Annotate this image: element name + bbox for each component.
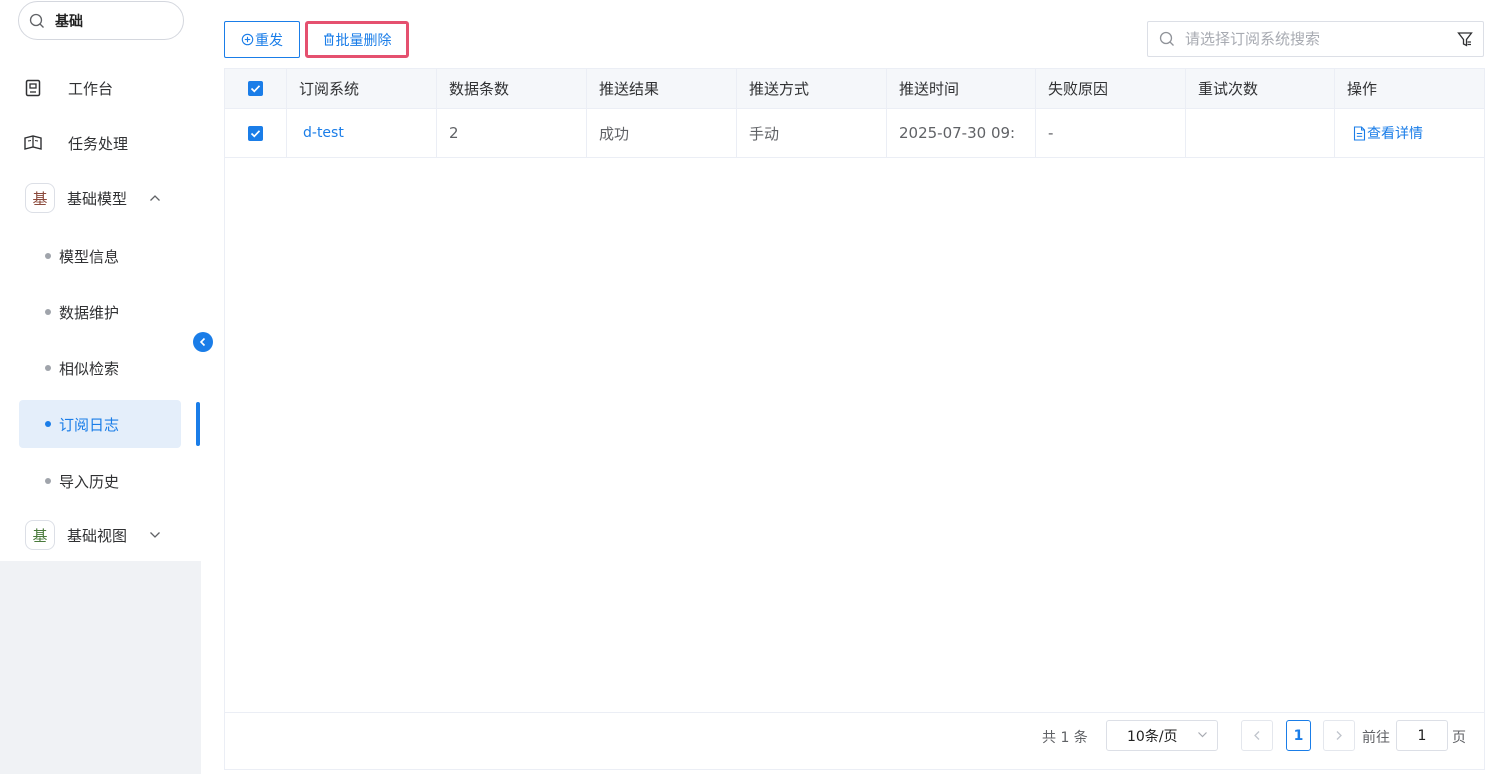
sidebar-group-label: 基础模型 <box>67 189 128 208</box>
sidebar-item-subscription-log[interactable]: 订阅日志 <box>19 400 181 448</box>
sidebar-menu: 基础 工作台 任务处理 基 基础模型 模型信息 数据维护 相似检索 订阅日志 导… <box>0 0 201 561</box>
chevron-left-icon <box>198 337 208 347</box>
next-page-button[interactable] <box>1323 720 1355 751</box>
column-header[interactable]: 推送结果 <box>587 69 737 108</box>
sidebar-item-data-maintenance[interactable]: 数据维护 <box>19 288 181 336</box>
resend-label: 重发 <box>255 32 283 49</box>
header-select-cell <box>225 69 287 108</box>
column-header[interactable]: 推送方式 <box>737 69 887 108</box>
menu-search-value: 基础 <box>55 13 83 30</box>
sidebar-item-label: 订阅日志 <box>59 415 120 434</box>
row-checkbox[interactable] <box>248 125 263 141</box>
group-badge: 基 <box>25 520 55 550</box>
view-detail-label: 查看详情 <box>1367 126 1423 142</box>
column-header[interactable]: 失败原因 <box>1036 69 1186 108</box>
workbench-icon <box>20 75 46 101</box>
sidebar-item-workbench[interactable]: 工作台 <box>20 64 195 112</box>
page-number-button[interactable]: 1 <box>1286 720 1311 751</box>
system-link[interactable]: d-test <box>303 125 344 141</box>
subscription-log-table: 订阅系统 数据条数 推送结果 推送方式 推送时间 失败原因 重试次数 操作 d-… <box>224 68 1485 770</box>
bullet-dot <box>45 365 51 371</box>
sidebar-item-similar-search[interactable]: 相似检索 <box>19 344 181 392</box>
resend-button[interactable]: 重发 <box>224 21 300 58</box>
sidebar-item-label: 导入历史 <box>59 472 120 491</box>
page-size-select[interactable]: 10条/页 <box>1106 720 1218 751</box>
sidebar-item-import-history[interactable]: 导入历史 <box>19 457 181 505</box>
column-header[interactable]: 重试次数 <box>1186 69 1335 108</box>
sidebar: 基础 工作台 任务处理 基 基础模型 模型信息 数据维护 相似检索 订阅日志 导… <box>0 0 201 774</box>
batch-delete-button[interactable]: 批量删除 <box>305 21 409 58</box>
sidebar-group-label: 基础视图 <box>67 526 128 545</box>
table-row[interactable]: d-test 2 成功 手动 2025-07-30 09: - 查看详情 <box>225 109 1484 158</box>
document-icon <box>1353 125 1366 141</box>
sidebar-item-label: 任务处理 <box>68 134 129 153</box>
row-select-cell <box>225 109 287 157</box>
column-header[interactable]: 订阅系统 <box>287 69 437 108</box>
chevron-left-icon <box>1253 730 1261 741</box>
action-cell: 查看详情 <box>1335 109 1484 157</box>
chevron-up-icon <box>149 194 161 202</box>
filter-icon[interactable] <box>1457 31 1473 48</box>
chevron-right-icon <box>1335 730 1343 741</box>
select-all-checkbox[interactable] <box>248 81 263 96</box>
retries-cell <box>1186 109 1335 157</box>
total-count: 共 1 条 <box>1042 730 1088 746</box>
task-icon <box>20 130 46 156</box>
search-icon <box>29 13 45 29</box>
pagination: 共 1 条 10条/页 1 前往 页 <box>225 712 1484 769</box>
column-header[interactable]: 数据条数 <box>437 69 587 108</box>
column-header[interactable]: 操作 <box>1335 69 1484 108</box>
chevron-down-icon <box>1197 731 1208 738</box>
time-cell: 2025-07-30 09: <box>887 109 1036 157</box>
page-suffix-label: 页 <box>1452 730 1466 746</box>
menu-search-input[interactable]: 基础 <box>18 1 184 40</box>
reason-cell: - <box>1036 109 1186 157</box>
system-cell: d-test <box>287 109 437 157</box>
trash-icon <box>323 33 335 46</box>
goto-page-input[interactable] <box>1396 720 1448 751</box>
sidebar-item-model-info[interactable]: 模型信息 <box>19 232 181 280</box>
group-badge: 基 <box>25 183 55 213</box>
view-detail-link[interactable]: 查看详情 <box>1353 123 1423 143</box>
sidebar-group-basic-model[interactable]: 基 基础模型 <box>20 174 195 222</box>
sidebar-group-basic-view[interactable]: 基 基础视图 <box>20 511 195 559</box>
collapse-sidebar-button[interactable] <box>193 332 213 352</box>
sidebar-item-task[interactable]: 任务处理 <box>20 119 195 167</box>
goto-label: 前往 <box>1362 730 1390 746</box>
batch-delete-label: 批量删除 <box>335 32 392 49</box>
chevron-down-icon <box>149 531 161 539</box>
column-header[interactable]: 推送时间 <box>887 69 1036 108</box>
sidebar-item-label: 相似检索 <box>59 359 120 378</box>
sidebar-item-label: 模型信息 <box>59 247 120 266</box>
sidebar-item-label: 工作台 <box>68 79 114 98</box>
subscription-search-field <box>1147 21 1484 57</box>
method-cell: 手动 <box>737 109 887 157</box>
bullet-dot <box>45 253 51 259</box>
page-size-value: 10条/页 <box>1127 728 1178 745</box>
bullet-dot <box>45 478 51 484</box>
count-cell: 2 <box>437 109 587 157</box>
prev-page-button[interactable] <box>1241 720 1273 751</box>
sidebar-item-label: 数据维护 <box>59 303 120 322</box>
subscription-search-input[interactable] <box>1185 24 1445 54</box>
table-header: 订阅系统 数据条数 推送结果 推送方式 推送时间 失败原因 重试次数 操作 <box>225 69 1484 109</box>
plus-circle-icon <box>241 33 254 46</box>
search-icon <box>1159 31 1175 47</box>
bullet-dot <box>45 421 51 427</box>
active-indicator <box>196 402 200 446</box>
result-cell: 成功 <box>587 109 737 157</box>
bullet-dot <box>45 309 51 315</box>
